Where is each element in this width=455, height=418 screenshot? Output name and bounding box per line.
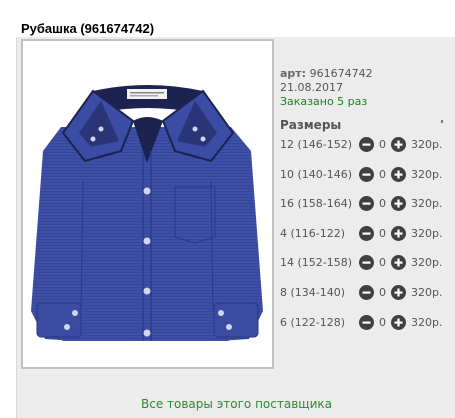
increase-quantity-button[interactable]	[391, 167, 406, 182]
supplier-products-link[interactable]: Все товары этого поставщика	[17, 397, 455, 411]
product-title: Рубашка (961674742)	[21, 21, 155, 36]
decrease-quantity-button[interactable]	[359, 196, 374, 211]
plus-icon	[394, 318, 403, 327]
decrease-quantity-button[interactable]	[359, 167, 374, 182]
size-row: 12 (146-152) 0 320р.	[280, 137, 450, 153]
plus-icon	[394, 170, 403, 179]
size-label: 12 (146-152)	[280, 138, 353, 151]
quantity-value: 0	[379, 256, 386, 269]
quantity-value: 0	[379, 168, 386, 181]
minus-icon	[362, 232, 371, 235]
size-price: 320р.	[411, 168, 443, 181]
product-card: арт: 961674742 21.08.2017 Заказано 5 раз…	[16, 37, 455, 418]
size-price: 320р.	[411, 286, 443, 299]
minus-icon	[362, 261, 371, 264]
decrease-quantity-button[interactable]	[359, 255, 374, 270]
ordered-count: Заказано 5 раз	[280, 95, 368, 108]
plus-icon	[394, 258, 403, 267]
divider-tick	[441, 120, 443, 123]
minus-icon	[362, 173, 371, 176]
size-price: 320р.	[411, 197, 443, 210]
size-price: 320р.	[411, 138, 443, 151]
quantity-value: 0	[379, 316, 386, 329]
decrease-quantity-button[interactable]	[359, 137, 374, 152]
plus-icon	[394, 288, 403, 297]
quantity-value: 0	[379, 197, 386, 210]
size-label: 16 (158-164)	[280, 197, 353, 210]
size-label: 10 (140-146)	[280, 168, 353, 181]
size-row: 4 (116-122) 0 320р.	[280, 226, 450, 242]
size-price: 320р.	[411, 227, 443, 240]
quantity-value: 0	[379, 138, 386, 151]
size-label: 4 (116-122)	[280, 227, 346, 240]
minus-icon	[362, 321, 371, 324]
quantity-value: 0	[379, 286, 386, 299]
minus-icon	[362, 202, 371, 205]
size-label: 6 (122-128)	[280, 316, 346, 329]
sizes-list: 12 (146-152) 0 320р. 10 (140-146) 0 320р…	[280, 132, 442, 352]
size-row: 8 (134-140) 0 320р.	[280, 285, 450, 301]
size-row: 16 (158-164) 0 320р.	[280, 196, 450, 212]
decrease-quantity-button[interactable]	[359, 285, 374, 300]
size-row: 14 (152-158) 0 320р.	[280, 255, 450, 271]
plus-icon	[394, 229, 403, 238]
product-photo[interactable]	[21, 39, 274, 369]
shirt-image	[31, 85, 263, 341]
article-line: арт: 961674742	[280, 67, 373, 81]
decrease-quantity-button[interactable]	[359, 226, 374, 241]
article-label: арт:	[280, 67, 307, 80]
plus-icon	[394, 140, 403, 149]
increase-quantity-button[interactable]	[391, 226, 406, 241]
size-row: 6 (122-128) 0 320р.	[280, 315, 450, 331]
size-price: 320р.	[411, 256, 443, 269]
quantity-value: 0	[379, 227, 386, 240]
product-info: арт: 961674742 21.08.2017 Заказано 5 раз…	[280, 67, 442, 352]
increase-quantity-button[interactable]	[391, 285, 406, 300]
increase-quantity-button[interactable]	[391, 196, 406, 211]
sizes-heading: Размеры	[280, 118, 342, 132]
decrease-quantity-button[interactable]	[359, 315, 374, 330]
minus-icon	[362, 291, 371, 294]
plus-icon	[394, 199, 403, 208]
article-value: 961674742	[309, 67, 373, 80]
increase-quantity-button[interactable]	[391, 137, 406, 152]
size-price: 320р.	[411, 316, 443, 329]
product-date: 21.08.2017	[280, 81, 343, 94]
size-row: 10 (140-146) 0 320р.	[280, 167, 450, 183]
increase-quantity-button[interactable]	[391, 315, 406, 330]
size-label: 8 (134-140)	[280, 286, 346, 299]
minus-icon	[362, 143, 371, 146]
increase-quantity-button[interactable]	[391, 255, 406, 270]
size-label: 14 (152-158)	[280, 256, 353, 269]
